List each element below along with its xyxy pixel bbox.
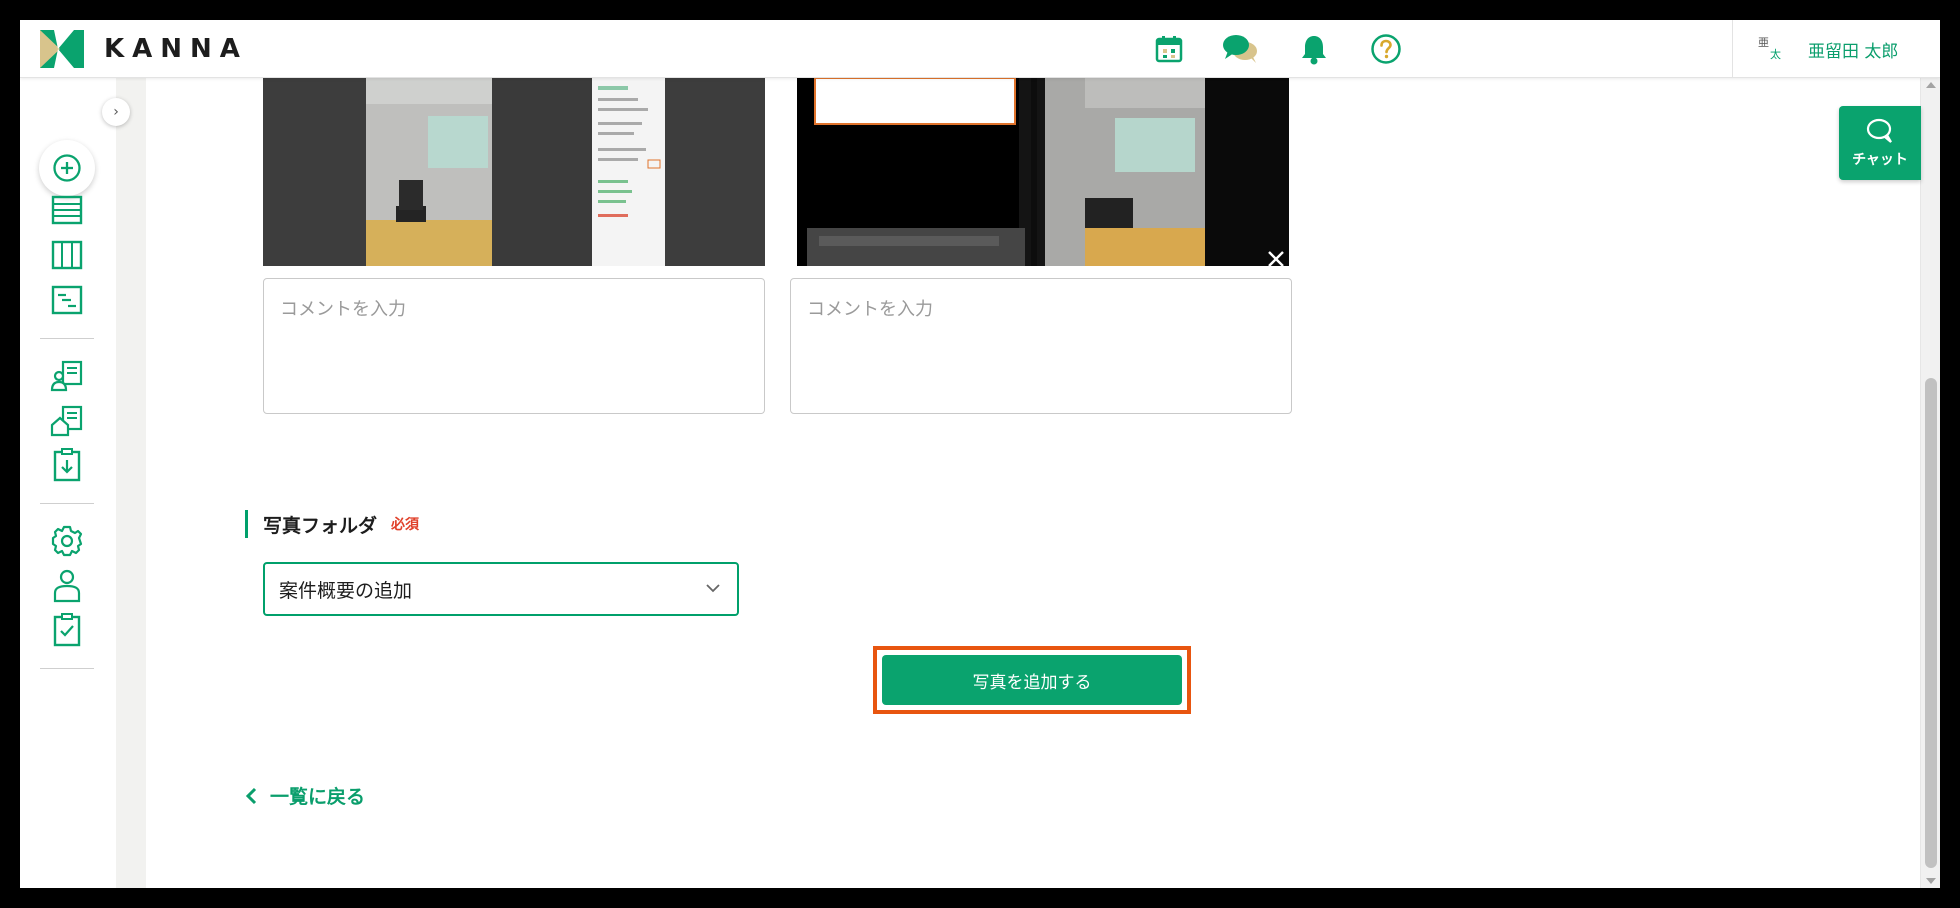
section-accent-bar	[245, 510, 248, 538]
kanna-logo-mark-icon	[40, 30, 84, 68]
avatar-char-1: 亜	[1758, 36, 1769, 49]
chat-tab-label: チャット	[1852, 152, 1908, 168]
photo-thumbnail[interactable]	[797, 78, 1289, 266]
comment-input[interactable]: コメントを入力	[790, 278, 1292, 414]
remove-photo-button[interactable]	[1263, 246, 1289, 272]
sidebar-gutter	[116, 78, 146, 888]
download-icon[interactable]	[47, 445, 87, 485]
room-photo-image	[263, 78, 765, 266]
header-separator	[1732, 20, 1733, 78]
bell-icon[interactable]	[1295, 30, 1333, 68]
chevron-down-icon	[706, 584, 720, 593]
scroll-down-arrow-icon[interactable]	[1926, 878, 1936, 884]
avatar-char-2: 太	[1770, 48, 1781, 61]
kanna-logo[interactable]: KANNA	[40, 30, 248, 68]
gear-icon[interactable]	[47, 521, 87, 561]
scrollbar-thumb[interactable]	[1925, 378, 1937, 868]
app-window: KANNA 亜 太 亜留田 太郎 › コメントを入力 コメントを入力 写真フォル…	[20, 20, 1940, 888]
chat-tab-button[interactable]: チャット	[1839, 106, 1921, 180]
avatar: 亜 太	[1754, 32, 1788, 66]
scroll-up-arrow-icon[interactable]	[1926, 82, 1936, 88]
plus-circle-icon	[53, 154, 81, 182]
photo-folder-select[interactable]: 案件概要の追加	[263, 562, 739, 616]
person-icon[interactable]	[47, 566, 87, 606]
create-new-button[interactable]	[39, 140, 95, 196]
chat-icon	[1866, 118, 1892, 143]
folder-selected-value: 案件概要の追加	[279, 579, 413, 602]
client-icon[interactable]	[47, 356, 87, 396]
logo-text: KANNA	[104, 34, 248, 64]
required-badge: 必須	[391, 517, 420, 533]
back-to-list-link[interactable]: 一覧に戻る	[244, 782, 365, 809]
chevron-right-icon: ›	[113, 104, 119, 120]
calendar-icon[interactable]	[1150, 30, 1188, 68]
room-photo-image	[797, 78, 1289, 266]
user-name: 亜留田 太郎	[1808, 41, 1899, 62]
help-icon[interactable]	[1367, 30, 1405, 68]
user-menu[interactable]: 亜 太 亜留田 太郎	[1754, 32, 1898, 66]
chevron-left-icon	[245, 787, 257, 804]
back-label: 一覧に戻る	[270, 786, 366, 808]
columns-icon[interactable]	[47, 235, 87, 275]
photo-folder-label: 写真フォルダ 必須	[245, 510, 419, 538]
property-icon[interactable]	[47, 401, 87, 441]
add-photo-highlight: 写真を追加する	[873, 646, 1191, 714]
top-header: KANNA 亜 太 亜留田 太郎	[20, 20, 1940, 78]
sidebar-divider	[40, 503, 94, 504]
clipboard-check-icon[interactable]	[47, 610, 87, 650]
scrollbar[interactable]	[1920, 78, 1940, 888]
comment-placeholder: コメントを入力	[280, 299, 406, 320]
comment-input[interactable]: コメントを入力	[263, 278, 765, 414]
chat-bubbles-icon[interactable]	[1222, 30, 1260, 68]
sidebar-collapse-button[interactable]: ›	[102, 98, 130, 126]
section-title: 写真フォルダ	[263, 514, 378, 537]
gantt-icon[interactable]	[47, 280, 87, 320]
main-content: コメントを入力 コメントを入力 写真フォルダ 必須 案件概要の追加 写真を追加す…	[146, 78, 1940, 888]
close-icon	[1268, 251, 1284, 267]
list-icon[interactable]	[47, 190, 87, 230]
sidebar-divider	[40, 338, 94, 339]
photo-thumbnail[interactable]	[263, 78, 765, 266]
comment-placeholder: コメントを入力	[807, 299, 933, 320]
sidebar-divider	[40, 668, 94, 669]
add-photo-button[interactable]: 写真を追加する	[882, 655, 1182, 705]
